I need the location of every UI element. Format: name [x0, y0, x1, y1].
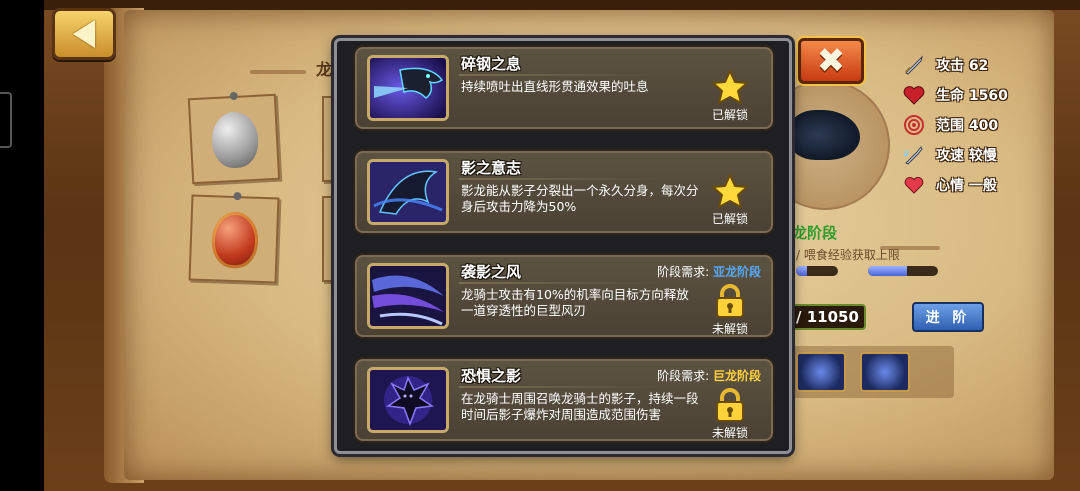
egg-card[interactable]	[187, 91, 281, 185]
red-egg-icon	[211, 211, 259, 269]
close-icon: ✖	[816, 41, 846, 81]
skill-card[interactable]: 碎钢之息 持续喷吐出直线形贯通效果的吐息 已解锁	[353, 45, 775, 131]
skill-name: 袭影之风	[461, 263, 522, 281]
skill-divider	[459, 282, 659, 284]
stage-title: 龙阶段	[792, 224, 838, 242]
stat-text: 攻速 较慢	[936, 148, 997, 164]
heart-icon	[902, 84, 926, 106]
close-button[interactable]: ✖	[798, 38, 864, 84]
progress-fill	[796, 266, 807, 276]
skill-card[interactable]: 袭影之风 阶段需求: 亚龙阶段 龙骑士攻击有10%的机率向目标方向释放一道穿透性…	[353, 253, 775, 339]
back-arrow-icon	[73, 20, 95, 48]
stat-range: 范围 400	[902, 112, 998, 138]
lock-icon	[710, 283, 750, 319]
target-icon	[902, 114, 926, 136]
skill-desc: 影龙能从影子分裂出一个永久分身，每次分身后攻击力降为50%	[461, 183, 699, 214]
locked-badge: 未解锁	[705, 283, 755, 337]
skill-name: 影之意志	[461, 159, 522, 177]
requirement-stage: 亚龙阶段	[712, 265, 761, 279]
locked-badge: 未解锁	[705, 387, 755, 441]
skill-desc: 在龙骑士周围召唤龙骑士的影子，持续一段时间后影子爆炸对周围造成范围伤害	[461, 391, 699, 422]
decor-swirl	[250, 70, 306, 74]
star-icon	[710, 69, 750, 105]
status-label: 未解锁	[711, 322, 748, 336]
frame-top-bar	[44, 0, 1080, 10]
unlocked-badge: 已解锁	[705, 173, 755, 227]
advance-button[interactable]: 进 阶	[912, 302, 984, 332]
page-title-partial: 龙	[316, 60, 333, 79]
system-edge	[0, 0, 44, 491]
requirement-label: 阶段需求:	[657, 369, 710, 383]
stage-requirement: 阶段需求: 亚龙阶段	[657, 263, 761, 280]
stat-text: 心情 一般	[936, 178, 997, 194]
pin-icon	[229, 91, 238, 101]
fear-shadow-icon	[367, 367, 449, 433]
progress-bar	[868, 266, 938, 276]
requirement-stage: 巨龙阶段	[712, 369, 761, 383]
skill-desc: 持续喷吐出直线形贯通效果的吐息	[461, 79, 649, 94]
progress-fill	[868, 266, 907, 276]
grey-egg-icon	[210, 110, 260, 170]
stat-text: 攻击 62	[936, 58, 989, 74]
skill-desc: 龙骑士攻击有10%的机率向目标方向释放一道穿透性的巨型风刃	[461, 287, 689, 318]
requirement-label: 阶段需求:	[657, 265, 710, 279]
system-nav-hex-icon[interactable]	[0, 92, 12, 148]
pin-icon	[233, 191, 242, 201]
exp-value: / 11050	[790, 304, 866, 330]
shadow-dragon-portrait	[790, 110, 860, 160]
lock-icon	[710, 387, 750, 423]
progress-bar	[796, 266, 838, 276]
star-icon	[710, 173, 750, 209]
speed-icon	[902, 144, 926, 166]
unlocked-badge: 已解锁	[705, 69, 755, 123]
stat-hp: 生命 1560	[902, 82, 1008, 108]
stat-speed: 攻速 较慢	[902, 142, 997, 168]
skill-name: 碎钢之息	[461, 55, 522, 73]
stage-requirement: 阶段需求: 巨龙阶段	[657, 367, 761, 384]
skill-divider	[459, 74, 659, 76]
skills-modal: 碎钢之息 持续喷吐出直线形贯通效果的吐息 已解锁 影之意志 影龙能从影子分裂出一…	[334, 38, 792, 454]
status-label: 已解锁	[711, 212, 748, 226]
shadow-dragon-icon	[367, 159, 449, 225]
stage-note: / 喂食经验获取上限	[796, 248, 900, 262]
stat-text: 生命 1560	[936, 88, 1008, 104]
skill-thumb[interactable]	[796, 352, 846, 392]
skill-card[interactable]: 影之意志 影龙能从影子分裂出一个永久分身，每次分身后攻击力降为50% 已解锁	[353, 149, 775, 235]
shadow-wind-icon	[367, 263, 449, 329]
back-button[interactable]	[52, 8, 116, 60]
sword-icon	[902, 54, 926, 76]
stat-mood: 心情 一般	[902, 172, 997, 198]
stat-attack: 攻击 62	[902, 52, 988, 78]
status-label: 未解锁	[711, 426, 748, 440]
dragon-breath-icon	[367, 55, 449, 121]
skill-card[interactable]: 恐惧之影 阶段需求: 巨龙阶段 在龙骑士周围召唤龙骑士的影子，持续一段时间后影子…	[353, 357, 775, 443]
skill-divider	[459, 386, 659, 388]
egg-card[interactable]	[188, 191, 280, 284]
mood-heart-icon	[902, 174, 926, 196]
skill-thumb[interactable]	[860, 352, 910, 392]
stat-text: 范围 400	[936, 118, 999, 134]
skill-name: 恐惧之影	[461, 367, 522, 385]
skill-divider	[459, 178, 659, 180]
status-label: 已解锁	[711, 108, 748, 122]
